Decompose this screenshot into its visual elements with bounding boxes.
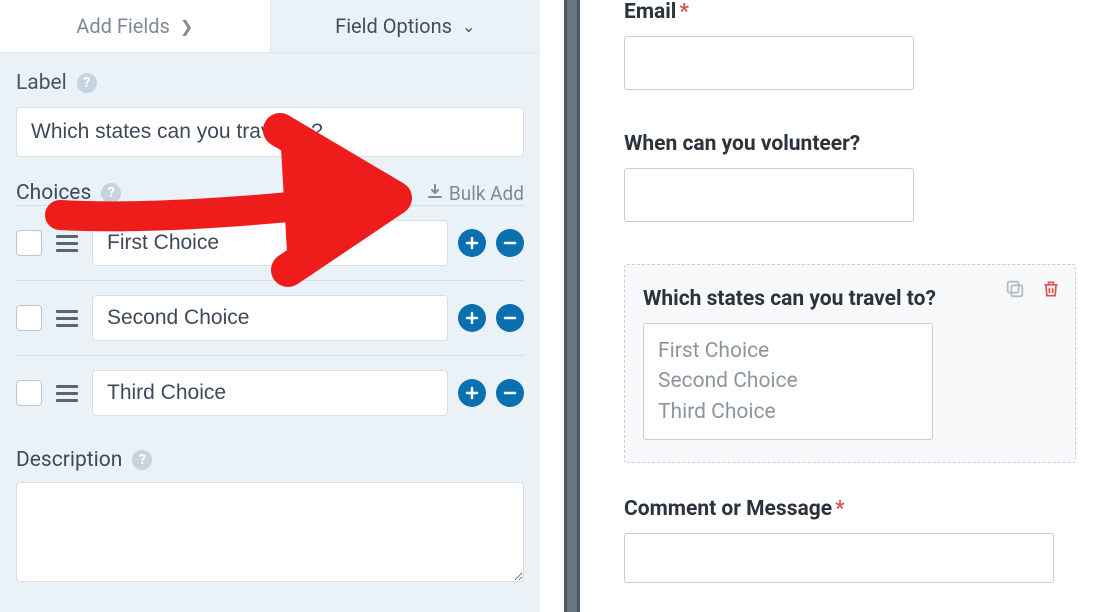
remove-choice-button[interactable] [496,229,524,257]
pane-divider [540,0,604,612]
choice-input[interactable] [92,370,448,416]
bulk-add-button[interactable]: Bulk Add [427,182,524,205]
builder-tabs: Add Fields ❯ Field Options ⌄ [0,0,540,53]
remove-choice-button[interactable] [496,379,524,407]
help-icon[interactable]: ? [77,73,97,93]
bulk-add-label: Bulk Add [449,182,524,205]
states-multiselect[interactable]: First Choice Second Choice Third Choice [643,323,933,440]
required-indicator: * [835,497,845,521]
choice-row [16,205,524,280]
add-choice-button[interactable] [458,229,486,257]
description-heading: Description [16,448,122,472]
choice-default-checkbox[interactable] [16,230,42,256]
email-label: Email* [624,0,1076,24]
email-input[interactable] [624,36,914,90]
required-indicator: * [679,0,689,24]
choice-row [16,355,524,430]
description-textarea[interactable] [16,482,524,582]
preview-field-states-selected[interactable]: Which states can you travel to? First Ch… [624,264,1076,463]
delete-field-button[interactable] [1039,277,1063,301]
preview-field-volunteer[interactable]: When can you volunteer? [624,132,1076,222]
comment-textarea[interactable] [624,533,1054,583]
tab-add-fields[interactable]: Add Fields ❯ [0,0,270,52]
description-row: Description ? [16,448,524,472]
choice-default-checkbox[interactable] [16,380,42,406]
tab-field-options[interactable]: Field Options ⌄ [270,0,541,52]
choice-input[interactable] [92,295,448,341]
volunteer-label: When can you volunteer? [624,132,1076,156]
drag-handle-icon[interactable] [52,235,82,252]
form-preview: Email* When can you volunteer? Which sta… [604,0,1116,612]
choices-header: Choices ? Bulk Add [16,181,524,205]
add-choice-button[interactable] [458,304,486,332]
label-heading: Label [16,71,67,95]
list-item[interactable]: Second Choice [658,366,918,396]
help-icon[interactable]: ? [132,450,152,470]
remove-choice-button[interactable] [496,304,524,332]
tab-add-fields-label: Add Fields [76,14,170,38]
volunteer-input[interactable] [624,168,914,222]
label-input[interactable] [16,107,524,157]
preview-field-email[interactable]: Email* [624,0,1076,90]
label-row: Label ? [16,71,524,95]
preview-field-comment[interactable]: Comment or Message* [624,497,1076,583]
builder-sidebar: Add Fields ❯ Field Options ⌄ Label ? Cho… [0,0,540,612]
field-tools [1003,277,1063,301]
drag-handle-icon[interactable] [52,310,82,327]
choice-input[interactable] [92,220,448,266]
states-label: Which states can you travel to? [643,287,1057,311]
list-item[interactable]: First Choice [658,336,918,366]
choice-default-checkbox[interactable] [16,305,42,331]
download-icon [427,182,443,205]
tab-field-options-label: Field Options [335,14,452,38]
help-icon[interactable]: ? [101,183,121,203]
drag-handle-icon[interactable] [52,385,82,402]
chevron-right-icon: ❯ [180,17,193,36]
field-options-panel: Label ? Choices ? Bulk Add [0,53,540,612]
choices-heading: Choices [16,181,91,205]
list-item[interactable]: Third Choice [658,397,918,427]
chevron-down-icon: ⌄ [462,17,475,36]
choice-row [16,280,524,355]
add-choice-button[interactable] [458,379,486,407]
duplicate-field-button[interactable] [1003,277,1027,301]
comment-label: Comment or Message* [624,497,1076,521]
